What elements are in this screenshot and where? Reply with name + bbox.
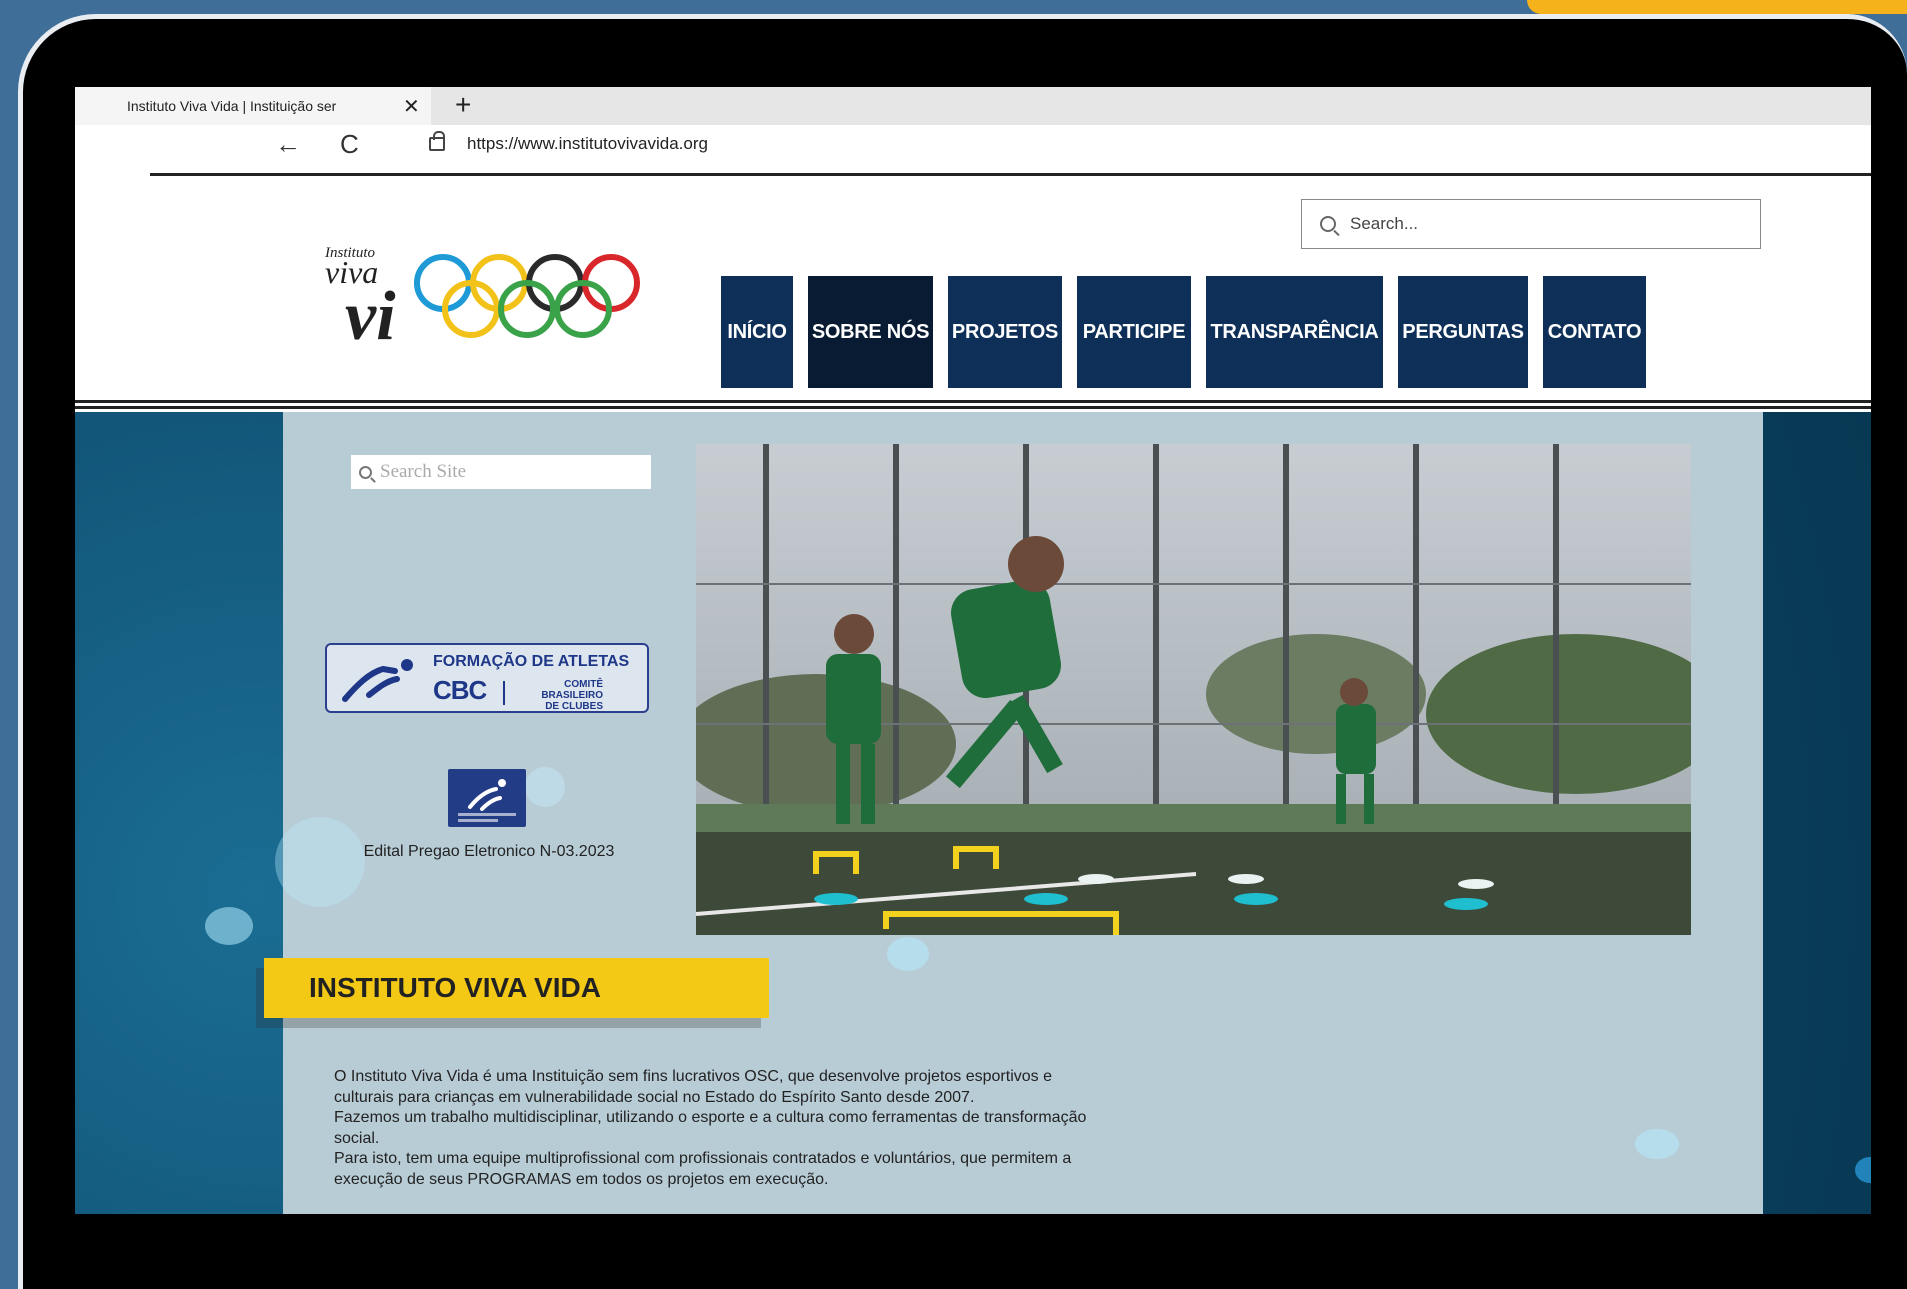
cbc-sub-line2: DE CLUBES [545,701,603,712]
formacao-atletas-logo[interactable] [448,769,526,827]
hero-image [696,444,1691,935]
search-icon [1320,216,1336,232]
runner-icon [458,779,516,822]
cbc-subtitle: COMITÊ BRASILEIRO DE CLUBES [513,679,603,712]
menu-sobre-nos[interactable]: SOBRE NÓS [808,276,933,388]
about-line: O Instituto Viva Vida é uma Instituição … [334,1068,1052,1085]
tab-title: Instituto Viva Vida | Instituição ser [127,98,337,114]
header-search-placeholder: Search... [1350,214,1419,233]
header-divider [75,400,1871,409]
corner-accent [1527,0,1907,14]
logo-text-vi: vi [345,278,396,343]
bokeh-dot [525,767,565,807]
menu-inicio[interactable]: INÍCIO [721,276,793,388]
bokeh-dot [205,907,253,945]
cbc-separator [503,681,505,705]
bokeh-dot [887,937,929,971]
about-line: Fazemos um trabalho multidisciplinar, ut… [334,1109,1087,1126]
bokeh-dot [275,817,365,907]
cbc-sub-line1: COMITÊ BRASILEIRO [541,679,603,701]
viva-vida-logo[interactable]: Instituto viva vi [323,243,659,343]
cbc-abbr: CBC [433,675,487,705]
runner-icon [342,659,413,702]
new-tab-icon[interactable]: + [455,89,471,121]
laptop-bezel [75,1214,1871,1275]
menu-perguntas[interactable]: PERGUNTAS [1398,276,1528,388]
search-icon [359,465,372,479]
header-search-input[interactable]: Search... [1301,199,1761,249]
site-header: Search... Instituto viva vi INÍCIO SOBRE… [75,179,1871,388]
browser-window: Instituto Viva Vida | Instituição ser ✕ … [75,87,1871,1214]
menu-contato[interactable]: CONTATO [1543,276,1646,388]
about-line: Para isto, tem uma equipe multiprofissio… [334,1150,1072,1167]
back-icon[interactable]: ← [275,129,301,160]
about-line: culturais para crianças em vulnerabilida… [334,1088,975,1106]
about-text: O Instituto Viva Vida é uma Instituição … [334,1067,1334,1190]
menu-participe[interactable]: PARTICIPE [1077,276,1191,388]
navigation-bar: ← C https://www.institutovivavida.org [75,125,1871,167]
menu-projetos[interactable]: PROJETOS [948,276,1062,388]
main-menu: INÍCIO SOBRE NÓS PROJETOS PARTICIPE TRAN… [721,276,1661,388]
browser-tab[interactable]: Instituto Viva Vida | Instituição ser ✕ [75,87,431,125]
edital-link[interactable]: Edital Pregao Eletronico N-03.2023 [329,843,649,861]
address-bar[interactable]: https://www.institutovivavida.org [405,127,708,161]
cbc-title: FORMAÇÃO DE ATLETAS [433,653,630,670]
section-title-banner: INSTITUTO VIVA VIDA [264,958,769,1018]
tab-bar: Instituto Viva Vida | Instituição ser ✕ … [75,87,1871,125]
cbc-formacao-atletas-badge[interactable]: FORMAÇÃO DE ATLETAS CBC COMITÊ BRASILEIR… [325,643,649,713]
about-line: social. [334,1129,380,1147]
about-line: execução de seus PROGRAMAS em todos os p… [334,1170,829,1188]
sidebar-search-input[interactable]: Search Site [351,455,651,489]
url-text: https://www.institutovivavida.org [467,134,708,153]
menu-transparencia[interactable]: TRANSPARÊNCIA [1206,276,1383,388]
toolbar-divider [150,173,1871,176]
lock-icon [429,131,445,151]
close-tab-icon[interactable]: ✕ [403,94,420,119]
reload-icon[interactable]: C [340,129,359,160]
sidebar-search-placeholder: Search Site [380,461,467,482]
bokeh-dot [1635,1129,1679,1159]
